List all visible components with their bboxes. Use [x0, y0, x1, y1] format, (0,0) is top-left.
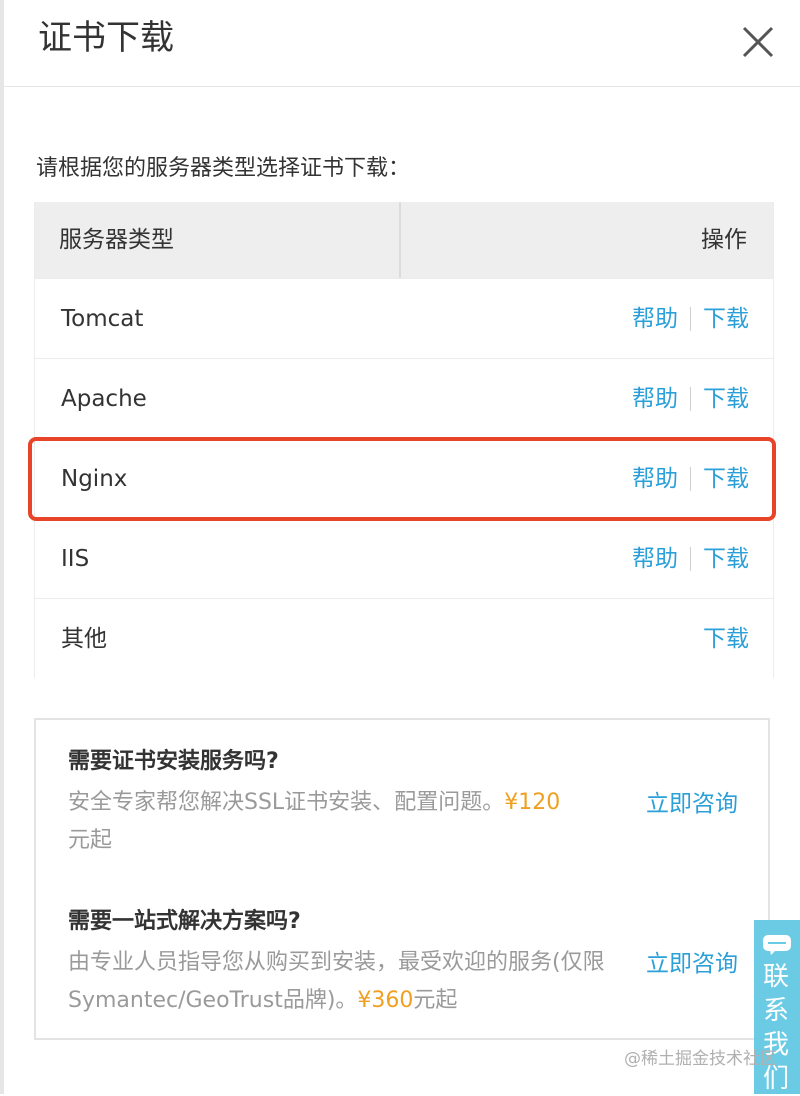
row-actions: 帮助 下载	[632, 541, 749, 577]
solution-desc: 由专业人员指导您从购买到安装，最受欢迎的服务(仅限Symantec/GeoTru…	[68, 944, 628, 1020]
solution-desc-text: 由专业人员指导您从购买到安装，最受欢迎的服务(仅限Symantec/GeoTru…	[68, 950, 605, 1013]
table-row-other: 其他 下载	[35, 598, 773, 678]
server-name: Tomcat	[61, 306, 144, 332]
action-divider	[690, 387, 691, 411]
solution-price-suffix: 元起	[413, 988, 458, 1013]
close-button[interactable]	[734, 18, 782, 66]
instruction-text: 请根据您的服务器类型选择证书下载：	[36, 156, 411, 181]
header-action: 操作	[701, 227, 747, 253]
chat-icon	[763, 935, 791, 955]
solution-consult-link[interactable]: 立即咨询	[646, 946, 738, 982]
solution-title: 需要一站式解决方案吗?	[68, 909, 301, 934]
solution-price: ¥360	[357, 988, 414, 1013]
action-divider	[690, 307, 691, 331]
download-link[interactable]: 下载	[703, 621, 749, 657]
table-row-apache: Apache 帮助 下载	[35, 358, 773, 438]
row-actions: 帮助 下载	[632, 381, 749, 417]
row-actions: 下载	[703, 621, 749, 657]
server-name: Nginx	[61, 466, 128, 492]
install-service-desc: 安全专家帮您解决SSL证书安装、配置问题。¥120 元起	[68, 784, 628, 860]
server-name: 其他	[61, 626, 107, 652]
header-server-type: 服务器类型	[59, 227, 174, 253]
left-edge-divider	[0, 0, 4, 1094]
table-row-tomcat: Tomcat 帮助 下载	[35, 278, 773, 358]
row-actions: 帮助 下载	[632, 461, 749, 497]
download-link[interactable]: 下载	[703, 541, 749, 577]
download-link[interactable]: 下载	[703, 381, 749, 417]
server-type-table: 服务器类型 操作 Tomcat 帮助 下载 Apache 帮助 下载 Nginx…	[34, 202, 774, 678]
close-icon	[742, 26, 774, 58]
install-consult-link[interactable]: 立即咨询	[646, 786, 738, 822]
install-price-suffix: 元起	[68, 828, 113, 853]
watermark: @稀土掘金技术社区	[624, 1049, 777, 1069]
help-link[interactable]: 帮助	[632, 541, 678, 577]
action-divider	[690, 467, 691, 491]
header-column-divider	[399, 202, 401, 278]
server-name: IIS	[61, 546, 90, 572]
install-price: ¥120	[504, 790, 561, 815]
help-link[interactable]: 帮助	[632, 301, 678, 337]
certificate-download-dialog: 证书下载 请根据您的服务器类型选择证书下载： 服务器类型 操作 Tomcat 帮…	[0, 0, 800, 1094]
dialog-title: 证书下载	[38, 18, 174, 58]
service-promo-panel: 需要证书安装服务吗? 安全专家帮您解决SSL证书安装、配置问题。¥120 元起 立…	[34, 718, 770, 1040]
table-header: 服务器类型 操作	[35, 202, 773, 278]
action-divider	[690, 547, 691, 571]
install-service-title: 需要证书安装服务吗?	[68, 749, 279, 774]
help-link[interactable]: 帮助	[632, 381, 678, 417]
contact-us-label: 联系我们	[763, 962, 790, 1094]
table-row-nginx: Nginx 帮助 下载	[35, 438, 773, 518]
help-link[interactable]: 帮助	[632, 461, 678, 497]
dialog-header: 证书下载	[4, 0, 800, 87]
table-row-iis: IIS 帮助 下载	[35, 518, 773, 598]
download-link[interactable]: 下载	[703, 461, 749, 497]
install-desc-text: 安全专家帮您解决SSL证书安装、配置问题。	[68, 790, 505, 815]
row-actions: 帮助 下载	[632, 301, 749, 337]
server-name: Apache	[61, 386, 147, 412]
download-link[interactable]: 下载	[703, 301, 749, 337]
